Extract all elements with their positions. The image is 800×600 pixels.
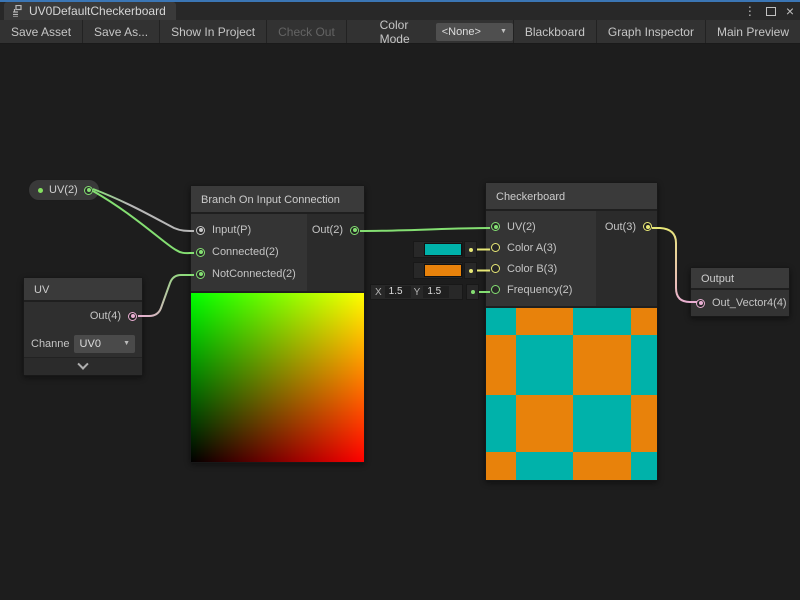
node-title: Checkerboard: [486, 183, 657, 211]
checker-cell: [516, 395, 573, 452]
preview-state-dot: [38, 188, 43, 193]
color-b-swatch[interactable]: [424, 264, 462, 277]
chevron-down-icon: ▼: [500, 28, 507, 35]
color-b-connector: [464, 262, 477, 279]
frequency-connector: [466, 284, 479, 300]
node-uv2-pill[interactable]: UV(2): [28, 179, 100, 201]
window-menu-icon[interactable]: ⋮: [744, 2, 756, 20]
channel-dropdown[interactable]: UV0 ▼: [74, 335, 135, 353]
color-mode-dropdown[interactable]: <None> ▼: [436, 23, 513, 41]
port-input-p[interactable]: [196, 226, 205, 235]
color-a-swatch[interactable]: [424, 243, 462, 256]
channel-row: Channe UV0 ▼: [24, 330, 142, 357]
port-row-out4: Out(4): [24, 302, 142, 330]
tab-shader-graph[interactable]: UV0DefaultCheckerboard: [4, 2, 176, 20]
node-title: Branch On Input Connection: [191, 186, 364, 214]
port-row-notconnected: NotConnected(2): [191, 263, 307, 285]
node-output[interactable]: Output Out_Vector4(4): [690, 267, 790, 317]
node-title: Output: [691, 268, 789, 290]
port-row-input-p: Input(P): [191, 219, 307, 241]
port-uv2-out[interactable]: [84, 186, 93, 195]
blackboard-toggle-button[interactable]: Blackboard: [513, 20, 596, 43]
checker-cell: [486, 308, 516, 335]
pill-label: UV(2): [49, 184, 78, 196]
checker-cell: [573, 395, 631, 452]
graph-inspector-toggle-button[interactable]: Graph Inspector: [596, 20, 705, 43]
frequency-field: X 1.5 Y 1.5: [370, 284, 463, 300]
connector-dot: [471, 290, 475, 294]
shader-graph-icon: [12, 5, 24, 17]
frequency-y-input[interactable]: 1.5: [423, 286, 449, 298]
main-preview-toggle-button[interactable]: Main Preview: [705, 20, 800, 43]
collapse-control[interactable]: [24, 357, 142, 375]
channel-value: UV0: [80, 338, 101, 350]
chevron-down-icon: ▼: [123, 340, 130, 347]
port-row-out2: Out(2): [307, 219, 364, 241]
save-asset-button[interactable]: Save Asset: [0, 20, 83, 43]
port-color-b[interactable]: [491, 264, 500, 273]
port-row-uv2: UV(2): [486, 216, 596, 237]
port-connected[interactable]: [196, 248, 205, 257]
color-a-field[interactable]: [413, 241, 463, 258]
port-row-frequency: Frequency(2): [486, 279, 596, 300]
toolbar-spacer: [347, 20, 372, 43]
port-out4[interactable]: [128, 312, 137, 321]
save-as-button[interactable]: Save As...: [83, 20, 160, 43]
channel-label: Channe: [31, 338, 70, 350]
checker-cell: [573, 452, 631, 480]
checker-cell: [516, 335, 573, 395]
frequency-x-label: X: [375, 287, 382, 298]
checker-cell: [631, 452, 657, 480]
port-color-a[interactable]: [491, 243, 500, 252]
port-out2[interactable]: [350, 226, 359, 235]
color-mode-value: <None>: [442, 26, 481, 38]
connector-dot: [469, 269, 473, 273]
port-row-connected: Connected(2): [191, 241, 307, 263]
port-notconnected[interactable]: [196, 270, 205, 279]
checker-cell: [486, 395, 516, 452]
checker-cell: [631, 308, 657, 335]
window-maximize-icon[interactable]: [766, 7, 776, 16]
color-b-field[interactable]: [413, 262, 463, 279]
frequency-x-input[interactable]: 1.5: [385, 286, 411, 298]
checker-cell: [631, 395, 657, 452]
tab-title: UV0DefaultCheckerboard: [29, 4, 166, 18]
color-a-connector: [464, 241, 477, 258]
checker-cell: [573, 308, 631, 335]
checker-cell: [631, 335, 657, 395]
node-checkerboard[interactable]: Checkerboard UV(2) Color A(3) Color B(3)…: [485, 182, 658, 481]
chevron-down-icon: [77, 358, 88, 369]
frequency-y-label: Y: [414, 287, 421, 298]
checker-cell: [516, 452, 573, 480]
connector-dot: [469, 248, 473, 252]
port-row-out-vector4: Out_Vector4(4): [691, 290, 789, 316]
port-cb-uv[interactable]: [491, 222, 500, 231]
checker-cell: [516, 308, 573, 335]
node-title: UV: [24, 278, 142, 302]
color-mode-label: Color Mode: [372, 20, 436, 43]
window-close-icon[interactable]: ×: [786, 2, 794, 20]
checker-cell: [486, 335, 516, 395]
node-uv[interactable]: UV Out(4) Channe UV0 ▼: [23, 277, 143, 376]
port-frequency[interactable]: [491, 285, 500, 294]
check-out-button: Check Out: [267, 20, 347, 43]
port-row-color-a: Color A(3): [486, 237, 596, 258]
branch-node-preview: [191, 291, 364, 462]
port-row-out3: Out(3): [596, 216, 657, 237]
checker-cell: [486, 452, 516, 480]
port-out-vector4[interactable]: [696, 299, 705, 308]
toolbar: Save Asset Save As... Show In Project Ch…: [0, 20, 800, 44]
checker-cell: [573, 335, 631, 395]
node-branch-on-input-connection[interactable]: Branch On Input Connection Input(P) Conn…: [190, 185, 365, 463]
show-in-project-button[interactable]: Show In Project: [160, 20, 267, 43]
port-row-color-b: Color B(3): [486, 258, 596, 279]
port-out3[interactable]: [643, 222, 652, 231]
checkerboard-node-preview: [486, 306, 657, 480]
